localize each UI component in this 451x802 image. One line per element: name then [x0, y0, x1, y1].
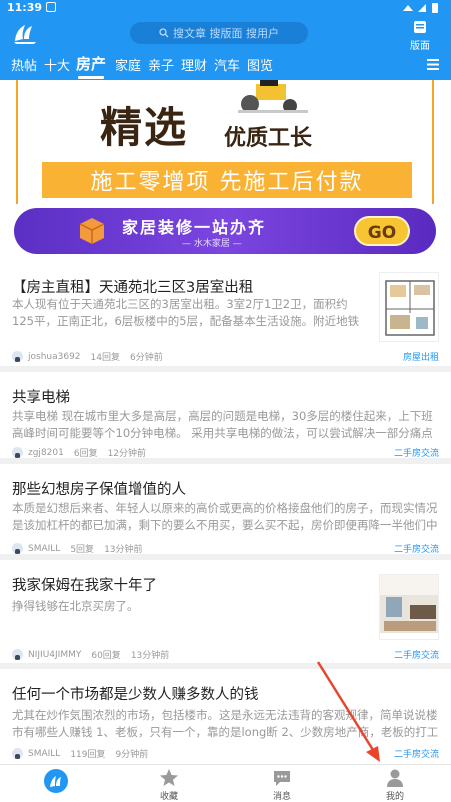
post-author[interactable]: zgj8201 — [28, 448, 64, 458]
list-item[interactable]: 共享电梯 共享电梯 现在城市里大多是高层，高层的问题是电梯，30多层的楼住起来，… — [0, 372, 451, 464]
list-item[interactable]: 【房主直租】天通苑北三区3居室出租 本人现有位于天通苑北三区的3居室出租。3室2… — [0, 266, 451, 372]
bottom-nav-favorites[interactable]: 收藏 — [113, 765, 225, 802]
road-roller-icon — [238, 80, 308, 113]
banner-slogan: 施工零增项 先施工后付款 — [42, 162, 412, 198]
avatar — [12, 649, 23, 660]
post-title[interactable]: 那些幻想房子保值增值的人 — [12, 478, 186, 499]
tab-licai[interactable]: 理财 — [181, 55, 207, 74]
list-item[interactable]: 我家保姆在我家十年了 挣得钱够在北京买房了。 NIJIU4JIMMY 60回复 … — [0, 560, 451, 669]
bottom-nav-mine-label: 我的 — [385, 792, 404, 802]
ad-banner-foreman[interactable]: 精选 优质工长 施工零增项 先施工后付款 — [0, 80, 451, 204]
go-button[interactable]: GO — [354, 216, 410, 246]
post-author[interactable]: NIJIU4JIMMY — [28, 650, 81, 660]
post-meta: SMAILL 119回复 9分钟前 — [12, 747, 158, 760]
post-title[interactable]: 任何一个市场都是少数人赚多数人的钱 — [12, 683, 259, 704]
post-category[interactable]: 二手房交流 — [394, 446, 439, 459]
status-time: 11:39 — [7, 1, 43, 14]
bottom-nav-messages-label: 消息 — [272, 792, 291, 802]
tab-fangchan[interactable]: 房产 — [76, 53, 106, 74]
post-meta: zgj8201 6回复 12分钟前 — [12, 446, 156, 459]
notification-icon — [46, 2, 56, 12]
avatar — [12, 748, 23, 759]
post-author[interactable]: SMAILL — [28, 544, 60, 554]
post-title[interactable]: 共享电梯 — [12, 386, 70, 407]
tab-tulan[interactable]: 图览 — [247, 55, 273, 74]
post-time: 13分钟前 — [130, 651, 170, 661]
post-meta: NIJIU4JIMMY 60回复 13分钟前 — [12, 648, 179, 661]
search-icon — [159, 28, 169, 38]
bottom-nav: 收藏 消息 我的 — [0, 764, 451, 802]
feed: 精选 优质工长 施工零增项 先施工后付款 家居装修一站办齐 — 水木家居 — G… — [0, 80, 451, 764]
tab-shida[interactable]: 十大 — [44, 55, 70, 74]
tab-rentie[interactable]: 热帖 — [11, 55, 37, 74]
post-category[interactable]: 房屋出租 — [403, 350, 439, 363]
post-time: 12分钟前 — [107, 449, 147, 459]
post-time: 13分钟前 — [104, 545, 143, 555]
header: 搜文章 搜版面 搜用户 版面 — [0, 16, 451, 52]
tab-qinzi[interactable]: 亲子 — [148, 55, 174, 74]
bottom-nav-home[interactable] — [0, 765, 112, 802]
banner-frame-right — [432, 80, 434, 204]
user-icon — [387, 769, 403, 787]
star-icon — [160, 769, 178, 786]
post-category[interactable]: 二手房交流 — [394, 747, 439, 760]
ad-banner-home-decor[interactable]: 家居装修一站办齐 — 水木家居 — GO — [14, 208, 436, 254]
delivery-box-icon — [79, 218, 105, 244]
post-excerpt: 尤其在炒作気围浓烈的市场，包括楼市。这是永远无法违背的客观规律，简单说说楼市有哪… — [12, 708, 439, 739]
post-thumbnail-floorplan[interactable] — [379, 272, 439, 342]
post-time: 9分钟前 — [115, 750, 149, 760]
search-input[interactable]: 搜文章 搜版面 搜用户 — [130, 22, 308, 44]
post-category[interactable]: 二手房交流 — [394, 648, 439, 661]
banmian-button[interactable]: 版面 — [405, 20, 435, 52]
bottom-nav-mine[interactable]: 我的 — [339, 765, 451, 802]
top-bar: 11:39 搜文章 搜版面 搜用户 版面 热帖 十大 房产 家庭 亲子 理财 汽… — [0, 0, 451, 80]
post-title[interactable]: 我家保姆在我家十年了 — [12, 574, 157, 595]
post-author[interactable]: SMAILL — [28, 749, 60, 759]
banner-frame-left — [16, 80, 18, 204]
post-replies: 5回复 — [70, 545, 95, 555]
active-tab-indicator — [78, 76, 104, 79]
post-replies: 6回复 — [73, 449, 98, 459]
banmian-label: 版面 — [410, 41, 430, 52]
post-author[interactable]: joshua3692 — [28, 352, 81, 362]
category-tabs: 热帖 十大 房产 家庭 亲子 理财 汽车 图览 — [0, 52, 451, 80]
banner2-title: 家居装修一站办齐 — [122, 218, 267, 237]
menu-icon[interactable] — [427, 59, 439, 70]
app-logo-icon[interactable] — [12, 21, 38, 45]
status-icons — [403, 3, 438, 13]
post-excerpt: 本人现有位于天通苑北三区的3居室出租。3室2厅1卫2卫，面积约125平，正南正北… — [12, 297, 360, 328]
bottom-nav-favorites-label: 收藏 — [159, 792, 178, 802]
tab-qiche[interactable]: 汽车 — [214, 55, 240, 74]
banner-title: 精选 — [100, 103, 189, 152]
status-bar: 11:39 — [0, 0, 451, 16]
search-placeholder: 搜文章 搜版面 搜用户 — [173, 27, 279, 40]
banner-subtitle: 优质工长 — [224, 126, 313, 151]
avatar — [12, 543, 23, 554]
avatar — [12, 351, 23, 362]
message-icon — [274, 771, 290, 786]
post-meta: SMAILL 5回复 13分钟前 — [12, 542, 153, 555]
app-screen: 11:39 搜文章 搜版面 搜用户 版面 热帖 十大 房产 家庭 亲子 理财 汽… — [0, 0, 451, 802]
bottom-nav-messages[interactable]: 消息 — [226, 765, 338, 802]
post-excerpt: 共享电梯 现在城市里大多是高层，高层的问题是电梯，30多层的楼住起来，上下班高峰… — [12, 409, 433, 440]
room-photo-icon — [380, 575, 438, 639]
list-item[interactable]: 那些幻想房子保值增值的人 本质是幻想后来者、年轻人以原来的高价或更高的价格接盘他… — [0, 464, 451, 560]
post-replies: 14回复 — [90, 353, 120, 363]
home-icon — [44, 769, 68, 793]
tab-jiating[interactable]: 家庭 — [115, 55, 141, 74]
post-thumbnail-room[interactable] — [379, 574, 439, 640]
banner2-subtitle: — 水木家居 — — [182, 239, 242, 249]
floorplan-icon — [385, 280, 435, 336]
post-meta: joshua3692 14回复 6分钟前 — [12, 350, 173, 363]
post-category[interactable]: 二手房交流 — [394, 542, 439, 555]
post-replies: 60回复 — [91, 651, 121, 661]
post-title[interactable]: 【房主直租】天通苑北三区3居室出租 — [12, 276, 362, 297]
avatar — [12, 447, 23, 458]
post-time: 6分钟前 — [129, 353, 163, 363]
post-excerpt: 挣得钱够在北京买房了。 — [12, 599, 139, 613]
list-item[interactable]: 任何一个市场都是少数人赚多数人的钱 尤其在炒作気围浓烈的市场，包括楼市。这是永远… — [0, 669, 451, 764]
board-icon — [414, 21, 426, 33]
post-replies: 119回复 — [70, 750, 106, 760]
post-excerpt: 本质是幻想后来者、年轻人以原来的高价或更高的价格接盘他们的房子，而现实情况是该加… — [12, 501, 438, 532]
